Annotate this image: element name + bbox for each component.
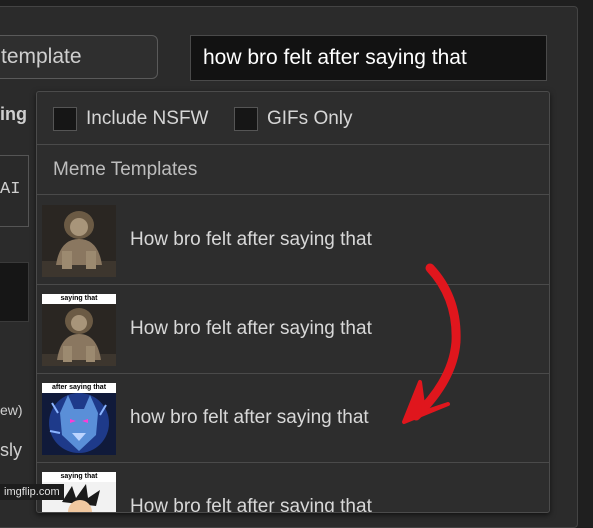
option-text-fragment: sly xyxy=(0,440,22,460)
template-result-label: How bro felt after saying that xyxy=(130,318,372,339)
include-nsfw-filter[interactable]: Include NSFW xyxy=(53,106,208,132)
search-results-dropdown: Include NSFW GIFs Only Meme Templates Ho… xyxy=(36,91,550,513)
template-thumbnail: after saying that xyxy=(42,383,116,455)
template-result-row[interactable]: saying that How bro felt after saying th… xyxy=(37,285,549,374)
thumbnail-caption: saying that xyxy=(42,294,116,304)
preview-text-fragment: ew) xyxy=(0,402,23,418)
template-thumbnail xyxy=(42,205,116,277)
thumbnail-caption: after saying that xyxy=(42,383,116,393)
meme-templates-heading: Meme Templates xyxy=(37,145,549,195)
settings-heading-fragment: ing xyxy=(0,104,27,124)
gifs-only-label: GIFs Only xyxy=(267,108,353,129)
include-nsfw-label: Include NSFW xyxy=(86,108,209,129)
dark-button[interactable] xyxy=(0,262,29,322)
ai-button-label: AI xyxy=(0,180,21,199)
template-result-label: How bro felt after saying that xyxy=(130,496,372,513)
thumbnail-caption: saying that xyxy=(42,472,116,482)
template-result-row[interactable]: saying that How bro felt after saying th… xyxy=(37,463,549,513)
template-result-label: How bro felt after saying that xyxy=(130,229,372,250)
template-search-input[interactable] xyxy=(190,35,547,81)
gifs-only-checkbox[interactable] xyxy=(234,107,258,131)
include-nsfw-checkbox[interactable] xyxy=(53,107,77,131)
template-result-label: how bro felt after saying that xyxy=(130,407,369,428)
template-result-row[interactable]: after saying that how bro felt after say… xyxy=(37,374,549,463)
template-button[interactable]: template xyxy=(0,35,158,79)
template-thumbnail: saying that xyxy=(42,294,116,366)
gifs-only-filter[interactable]: GIFs Only xyxy=(234,106,353,132)
template-result-row[interactable]: How bro felt after saying that xyxy=(37,196,549,285)
filter-bar: Include NSFW GIFs Only xyxy=(37,92,549,145)
imgflip-watermark: imgflip.com xyxy=(0,484,64,500)
